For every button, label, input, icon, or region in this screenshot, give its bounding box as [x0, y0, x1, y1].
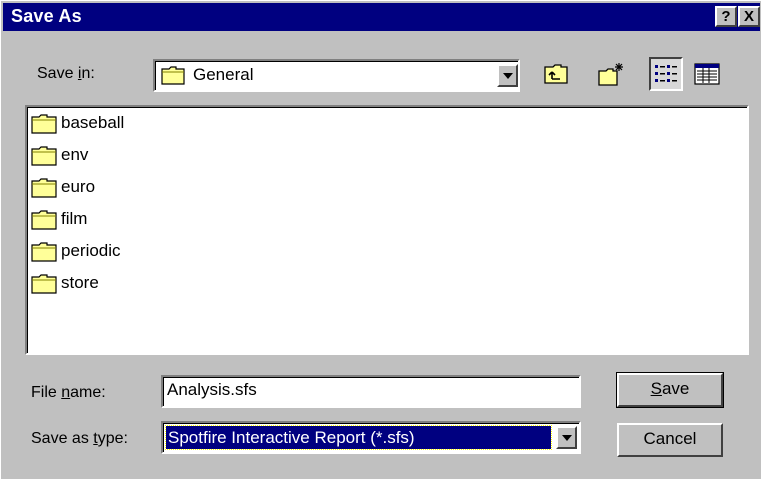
folder-icon — [31, 242, 57, 262]
close-button[interactable]: X — [738, 6, 760, 27]
up-one-level-icon — [544, 64, 568, 84]
save-as-type-label: Save as type: — [31, 430, 128, 447]
save-as-dialog: Save As ? X Save in: General baseball en… — [0, 0, 761, 479]
list-item-label: euro — [61, 177, 96, 196]
list-item-label: film — [61, 209, 88, 228]
folder-icon — [31, 114, 57, 134]
save-button[interactable]: Save — [616, 372, 724, 408]
folder-icon — [161, 66, 185, 85]
create-new-folder-button[interactable] — [593, 57, 627, 91]
save-as-type-value: Spotfire Interactive Report (*.sfs) — [165, 425, 552, 450]
chevron-down-icon — [562, 435, 572, 441]
list-item-label: store — [61, 273, 99, 292]
folder-icon — [31, 210, 57, 230]
list-item-label: baseball — [61, 113, 125, 132]
window-title: Save As — [11, 6, 82, 26]
save-as-type-select[interactable]: Spotfire Interactive Report (*.sfs) — [161, 421, 581, 454]
title-bar[interactable]: Save As ? X — [3, 3, 760, 31]
save-in-label: Save in: — [37, 65, 95, 82]
list-item-label: env — [61, 145, 89, 164]
list-item[interactable]: periodic — [31, 239, 191, 265]
file-name-value: Analysis.sfs — [167, 380, 257, 399]
list-item[interactable]: euro — [31, 175, 191, 201]
list-item[interactable]: env — [31, 143, 191, 169]
details-view-button[interactable] — [689, 57, 723, 91]
list-item[interactable]: store — [31, 271, 191, 297]
file-list[interactable]: baseball env euro film periodic store — [25, 105, 749, 355]
save-in-value: General — [193, 65, 254, 84]
folder-icon — [31, 274, 57, 294]
help-button[interactable]: ? — [715, 6, 737, 27]
file-name-input[interactable]: Analysis.sfs — [161, 375, 581, 408]
list-item[interactable]: film — [31, 207, 191, 233]
save-as-type-dropdown-button[interactable] — [556, 426, 577, 449]
list-view-icon — [655, 65, 677, 82]
list-view-button[interactable] — [649, 57, 683, 91]
list-item-label: periodic — [61, 241, 121, 260]
details-view-icon — [694, 63, 720, 85]
list-item[interactable]: baseball — [31, 111, 191, 137]
save-in-dropdown-button[interactable] — [497, 64, 518, 87]
up-one-level-button[interactable] — [539, 57, 573, 91]
save-in-combo[interactable]: General — [153, 59, 520, 92]
file-name-label: File name: — [31, 384, 106, 401]
folder-icon — [31, 178, 57, 198]
create-new-folder-icon — [598, 63, 623, 86]
chevron-down-icon — [503, 73, 513, 79]
cancel-button[interactable]: Cancel — [617, 423, 723, 457]
folder-icon — [31, 146, 57, 166]
